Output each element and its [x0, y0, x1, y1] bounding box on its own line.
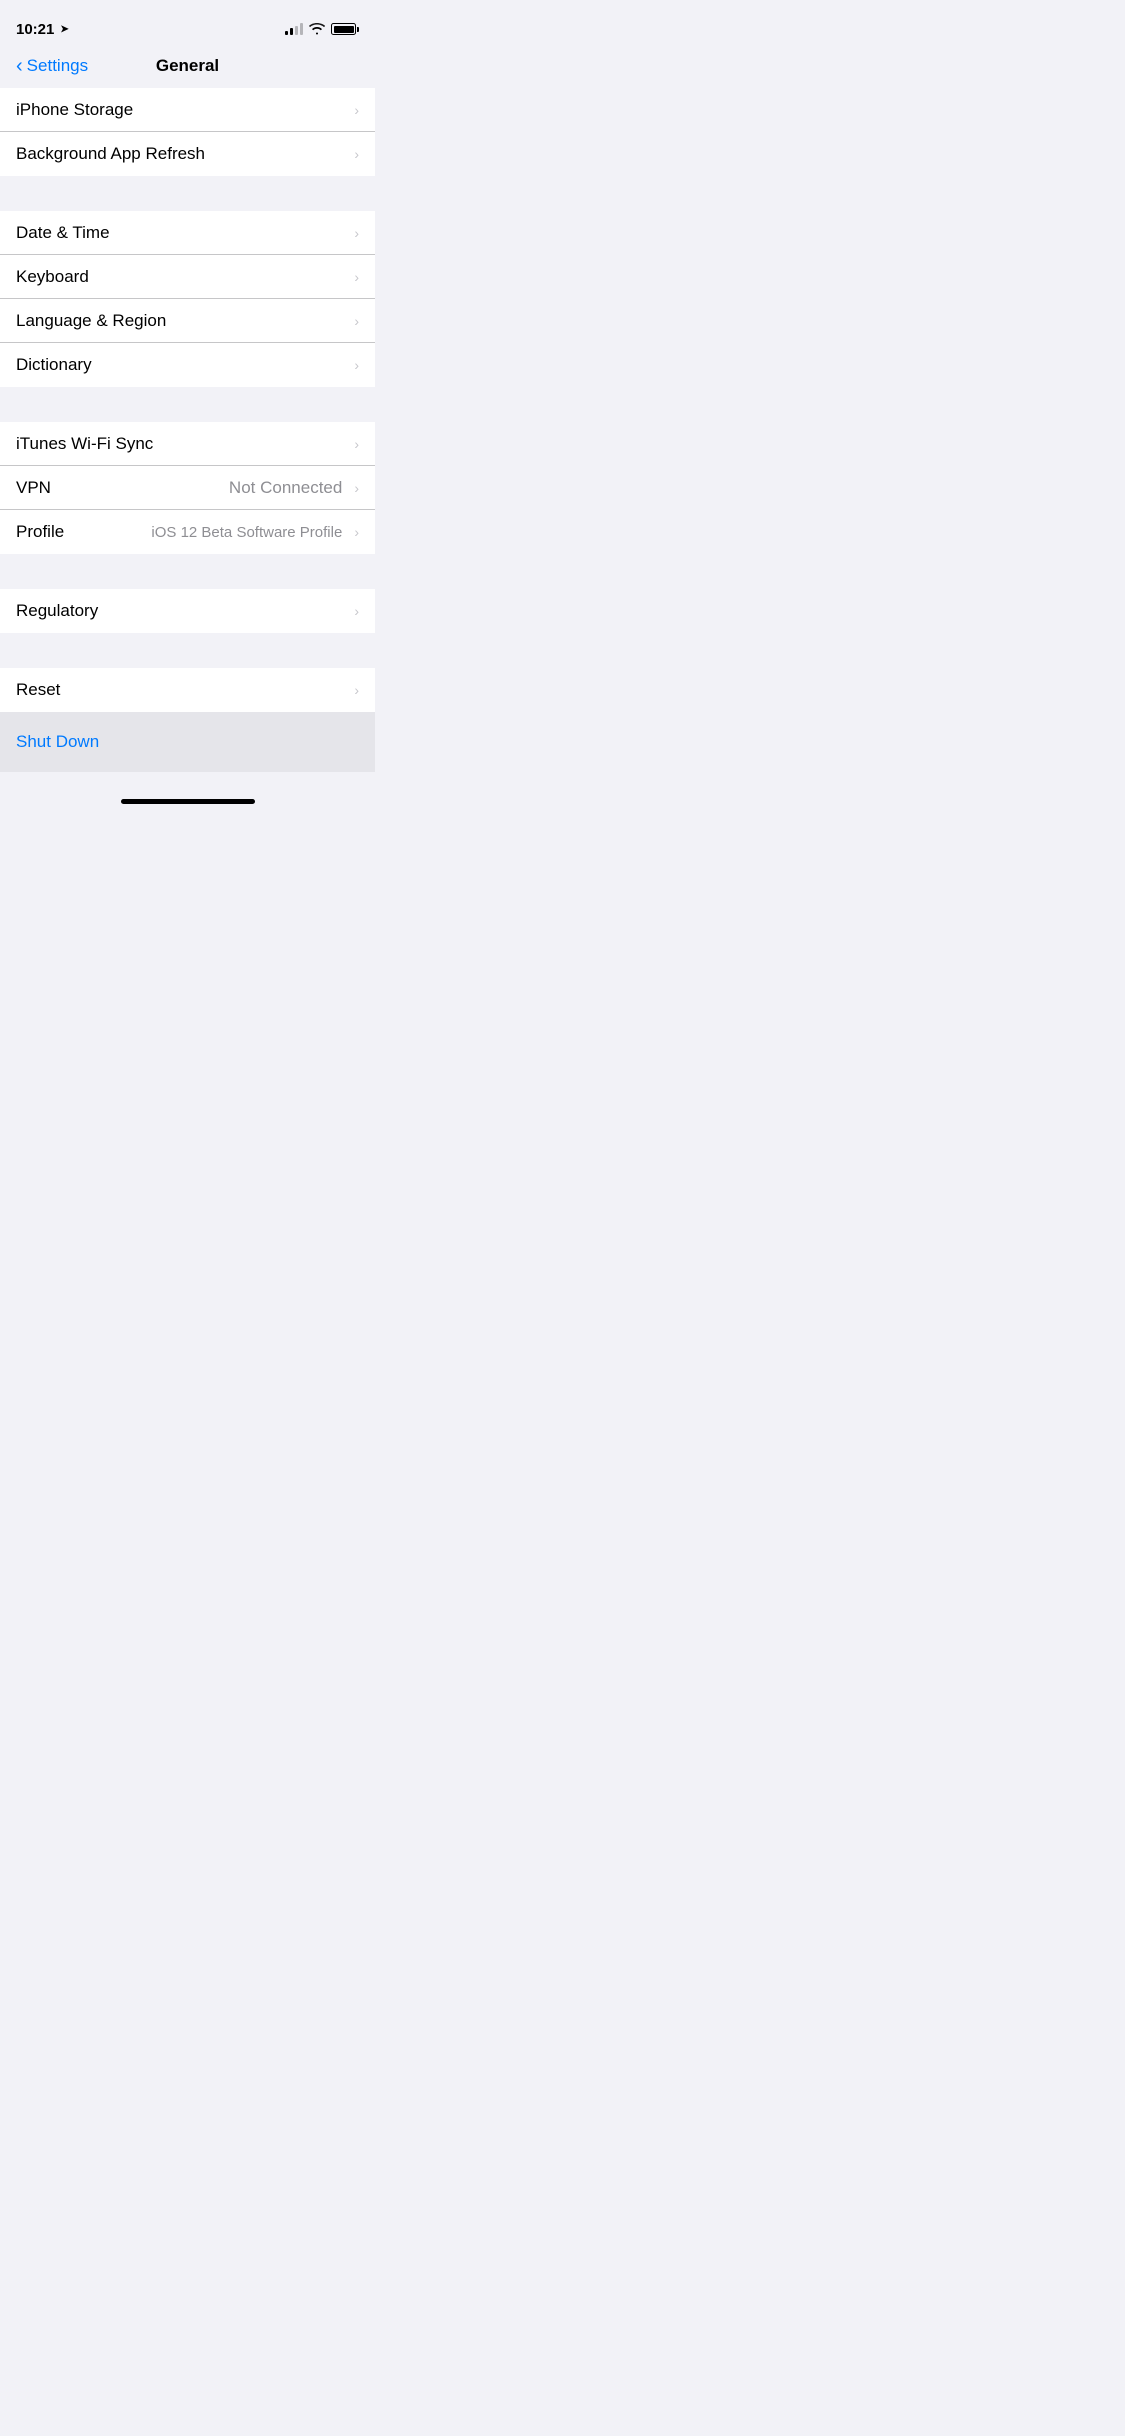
status-right	[285, 23, 359, 35]
setting-row-iphone-storage[interactable]: iPhone Storage ›	[0, 88, 375, 132]
setting-value: iOS 12 Beta Software Profile	[151, 524, 342, 541]
setting-row-regulatory[interactable]: Regulatory ›	[0, 589, 375, 633]
setting-label: Keyboard	[16, 267, 354, 287]
chevron-right-icon: ›	[354, 524, 359, 540]
setting-row-vpn[interactable]: VPN Not Connected ›	[0, 466, 375, 510]
signal-bar-4	[300, 23, 303, 35]
chevron-right-icon: ›	[354, 269, 359, 285]
chevron-right-icon: ›	[354, 146, 359, 162]
chevron-right-icon: ›	[354, 225, 359, 241]
setting-row-itunes-wifi-sync[interactable]: iTunes Wi-Fi Sync ›	[0, 422, 375, 466]
setting-label: iPhone Storage	[16, 100, 354, 120]
signal-bar-3	[295, 26, 298, 35]
setting-row-date-time[interactable]: Date & Time ›	[0, 211, 375, 255]
chevron-right-icon: ›	[354, 682, 359, 698]
section-separator-4	[0, 633, 375, 668]
time-label: 10:21	[16, 21, 54, 38]
home-indicator	[121, 799, 255, 804]
nav-header: ‹ Settings General	[0, 44, 375, 88]
section-group-3: iTunes Wi-Fi Sync › VPN Not Connected › …	[0, 422, 375, 554]
shut-down-label: Shut Down	[16, 732, 99, 752]
setting-value: Not Connected	[229, 478, 342, 498]
chevron-right-icon: ›	[354, 436, 359, 452]
status-time: 10:21 ➤	[16, 21, 69, 38]
settings-content: iPhone Storage › Background App Refresh …	[0, 88, 375, 812]
signal-bar-1	[285, 31, 288, 35]
status-bar: 10:21 ➤	[0, 0, 375, 44]
setting-label: Dictionary	[16, 355, 354, 375]
shut-down-row[interactable]: Shut Down	[0, 712, 375, 772]
section-group-5: Reset ›	[0, 668, 375, 712]
setting-label: VPN	[16, 478, 229, 498]
section-group-4: Regulatory ›	[0, 589, 375, 633]
section-group-2: Date & Time › Keyboard › Language & Regi…	[0, 211, 375, 387]
setting-label: Profile	[16, 522, 151, 542]
back-button[interactable]: ‹ Settings	[8, 48, 96, 84]
chevron-right-icon: ›	[354, 480, 359, 496]
setting-label: Date & Time	[16, 223, 354, 243]
section-separator-1	[0, 176, 375, 211]
chevron-right-icon: ›	[354, 102, 359, 118]
section-separator-3	[0, 554, 375, 589]
signal-bars	[285, 23, 303, 35]
setting-row-profile[interactable]: Profile iOS 12 Beta Software Profile ›	[0, 510, 375, 554]
setting-row-dictionary[interactable]: Dictionary ›	[0, 343, 375, 387]
setting-label: Reset	[16, 680, 354, 700]
page-title: General	[156, 56, 219, 76]
setting-label: iTunes Wi-Fi Sync	[16, 434, 354, 454]
setting-label: Language & Region	[16, 311, 354, 331]
setting-row-language-region[interactable]: Language & Region ›	[0, 299, 375, 343]
chevron-right-icon: ›	[354, 357, 359, 373]
section-group-1: iPhone Storage › Background App Refresh …	[0, 88, 375, 176]
signal-bar-2	[290, 28, 293, 35]
setting-row-reset[interactable]: Reset ›	[0, 668, 375, 712]
setting-label: Regulatory	[16, 601, 354, 621]
setting-label: Background App Refresh	[16, 144, 354, 164]
chevron-right-icon: ›	[354, 313, 359, 329]
back-label: Settings	[27, 56, 88, 76]
chevron-right-icon: ›	[354, 603, 359, 619]
section-separator-2	[0, 387, 375, 422]
bottom-padding	[0, 772, 375, 812]
location-icon: ➤	[60, 24, 68, 35]
shut-down-section: Shut Down	[0, 712, 375, 772]
back-chevron-icon: ‹	[16, 56, 23, 76]
battery-icon	[331, 23, 359, 35]
wifi-icon	[309, 23, 325, 35]
setting-row-keyboard[interactable]: Keyboard ›	[0, 255, 375, 299]
setting-row-background-app-refresh[interactable]: Background App Refresh ›	[0, 132, 375, 176]
